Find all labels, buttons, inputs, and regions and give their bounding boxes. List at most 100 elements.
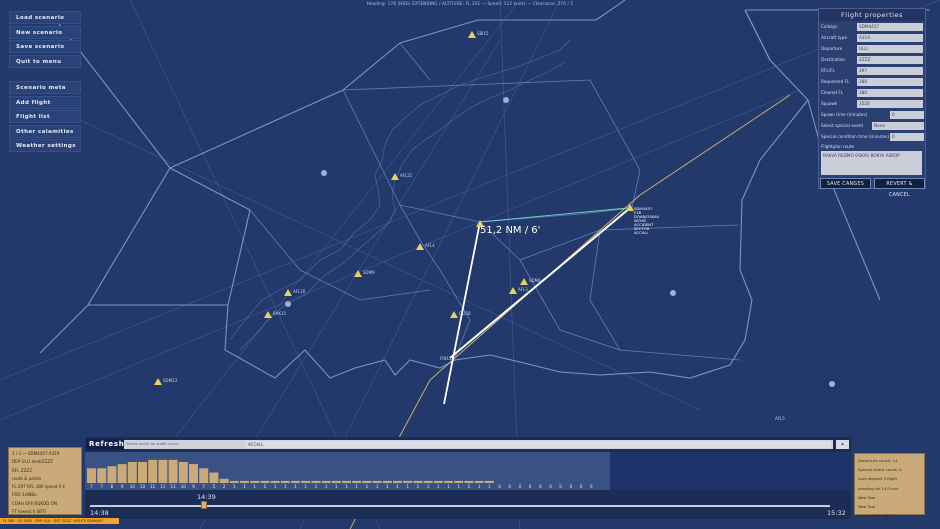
histogram-count-label: 1: [264, 484, 267, 489]
time-slider-thumb[interactable]: [201, 501, 207, 509]
new-scenario-button[interactable]: New scenario: [9, 25, 81, 39]
svg-text:SDM9: SDM9: [363, 270, 375, 275]
status-bar: FL 380 · SQ 3520 · DEP ULLI · DST ZZZZ ·…: [0, 518, 119, 524]
departure-field[interactable]: ULLI: [857, 45, 923, 53]
histogram-bar: [117, 464, 127, 483]
special-time-field[interactable]: 0: [890, 133, 924, 141]
histogram-bar: [454, 480, 464, 483]
histogram-count-label: 1: [366, 484, 369, 489]
rfl-field[interactable]: 297: [857, 67, 923, 75]
histogram-count-label: 0: [539, 484, 542, 489]
histogram-count-label: 1: [304, 484, 307, 489]
histogram-bar: [362, 480, 372, 483]
histogram-bar: [280, 480, 290, 483]
quit-to-menu-button[interactable]: Quit to menu: [9, 54, 81, 68]
scenario-meta-button[interactable]: Scenario meta: [9, 81, 81, 94]
histogram-bar: [484, 480, 494, 483]
spawn-field[interactable]: 0: [890, 111, 924, 119]
histogram-count-label: 1: [386, 484, 389, 489]
selected-aircraft-tag: SDM4457 F38 DOAB/OSKAV WOVB ACCIDENT SEC…: [634, 206, 660, 235]
svg-text:ACCALL: ACCALL: [634, 230, 650, 235]
special-event-select[interactable]: None: [872, 122, 924, 130]
requested-fl-row: Requested FL 380: [820, 78, 924, 87]
histogram-bar: [158, 459, 168, 483]
save-scenario-button[interactable]: Save scenario: [9, 40, 81, 54]
histogram-bar: [413, 480, 423, 483]
sector-boundaries: [39, 0, 930, 379]
destination-field[interactable]: ZZZZ: [857, 56, 923, 64]
load-scenario-button[interactable]: Load scenario: [9, 11, 81, 24]
histogram-bar: [433, 480, 443, 483]
aircraft-label: Aircraft type: [821, 35, 847, 40]
histogram-bar: [444, 480, 453, 483]
histogram-count-label: 10: [140, 484, 146, 489]
rfl-label: RFL/FL: [821, 68, 835, 73]
histogram-bar: [209, 472, 219, 483]
histogram-bar: [291, 480, 300, 483]
histogram-count-label: 0: [590, 484, 593, 489]
aircraft-select[interactable]: A319: [857, 34, 923, 42]
callsign-label: Callsign: [821, 24, 838, 29]
info-line: DEP ULLI dest/ZZZZ: [12, 459, 54, 465]
info-line: Special event count: 0: [858, 467, 902, 473]
special-event-row: Select special event None: [820, 122, 924, 131]
svg-text:SDM23: SDM23: [163, 378, 178, 383]
cleared-fl-field[interactable]: 380: [857, 89, 923, 97]
histogram-bar: [87, 468, 96, 483]
info-line: FT lowest 0 SBTI: [12, 509, 46, 515]
traffic-timeline: Refresh Select sector for traffic count …: [85, 437, 851, 519]
other-calamities-button[interactable]: Other calamities: [9, 124, 81, 138]
svg-text:FIN12: FIN12: [440, 356, 452, 361]
histogram-bar: [393, 480, 402, 483]
info-line: RFL ZZZZ: [12, 467, 32, 473]
info-line: FL 297 RFL 380 speed 0 k: [12, 484, 65, 490]
histogram-count-label: 0: [559, 484, 562, 489]
main-menu: Load scenario New scenario Save scenario…: [9, 11, 81, 69]
route-field[interactable]: RAKVA REDMO OSKAV BOKYA ASKOP: [821, 151, 922, 175]
histogram-count-label: 1: [478, 484, 481, 489]
weather-settings-button[interactable]: Weather settings: [9, 139, 81, 153]
current-time-label: 14:39: [197, 493, 216, 501]
histogram-bar: [178, 462, 188, 483]
requested-fl-field[interactable]: 380: [857, 78, 923, 86]
histogram-count-label: 5: [213, 484, 216, 489]
svg-text:AFL16: AFL16: [293, 289, 306, 294]
info-line: New Tool: [858, 504, 876, 510]
histogram-count-label: 1: [274, 484, 277, 489]
svg-text:AFL21: AFL21: [400, 173, 413, 178]
histogram-bar: [97, 468, 107, 483]
route-segment: [479, 207, 629, 223]
histogram-count-label: 10: [181, 484, 187, 489]
save-changes-button[interactable]: SAVE CANGES: [820, 178, 871, 189]
histogram-count-label: 1: [233, 484, 236, 489]
histogram-count-label: 1: [396, 484, 399, 489]
requested-fl-label: Requested FL: [821, 79, 850, 84]
callsign-field[interactable]: SDM4457: [857, 23, 923, 31]
destination-label: Destination: [821, 57, 846, 62]
histogram-bar: [331, 480, 341, 483]
histogram-count-label: 1: [355, 484, 358, 489]
histogram-bar: [148, 459, 158, 483]
squawk-field[interactable]: 3520: [857, 100, 923, 108]
histogram-count-label: 0: [498, 484, 501, 489]
svg-text:AFL5: AFL5: [775, 416, 785, 421]
departure-row: Departure ULLI: [820, 45, 924, 54]
add-flight-button[interactable]: Add flight: [9, 95, 81, 109]
info-line: route & points: [12, 475, 42, 481]
revert-cancel-button[interactable]: REVERT & CANCEL: [874, 178, 925, 198]
histogram-bar: [219, 478, 229, 483]
svg-text:AFL3: AFL3: [518, 287, 528, 292]
svg-text:AFL4: AFL4: [425, 243, 435, 248]
histogram-count-label: 1: [447, 484, 450, 489]
info-line: FDO 1stNBs: [12, 492, 37, 498]
histogram-bar: [342, 480, 351, 483]
flight-list-button[interactable]: Flight list: [9, 110, 81, 124]
histogram-count-label: 1: [345, 484, 348, 489]
histogram-bar: [250, 480, 260, 483]
scenario-info-box: Departure count: 14 Special event count:…: [854, 453, 925, 518]
info-line: Latest Time: 187: [858, 513, 891, 519]
histogram-count-label: 0: [519, 484, 522, 489]
cleared-fl-label: Cleared FL: [821, 90, 844, 95]
histogram-count-label: 11: [150, 484, 156, 489]
histogram-bar: [352, 480, 362, 483]
